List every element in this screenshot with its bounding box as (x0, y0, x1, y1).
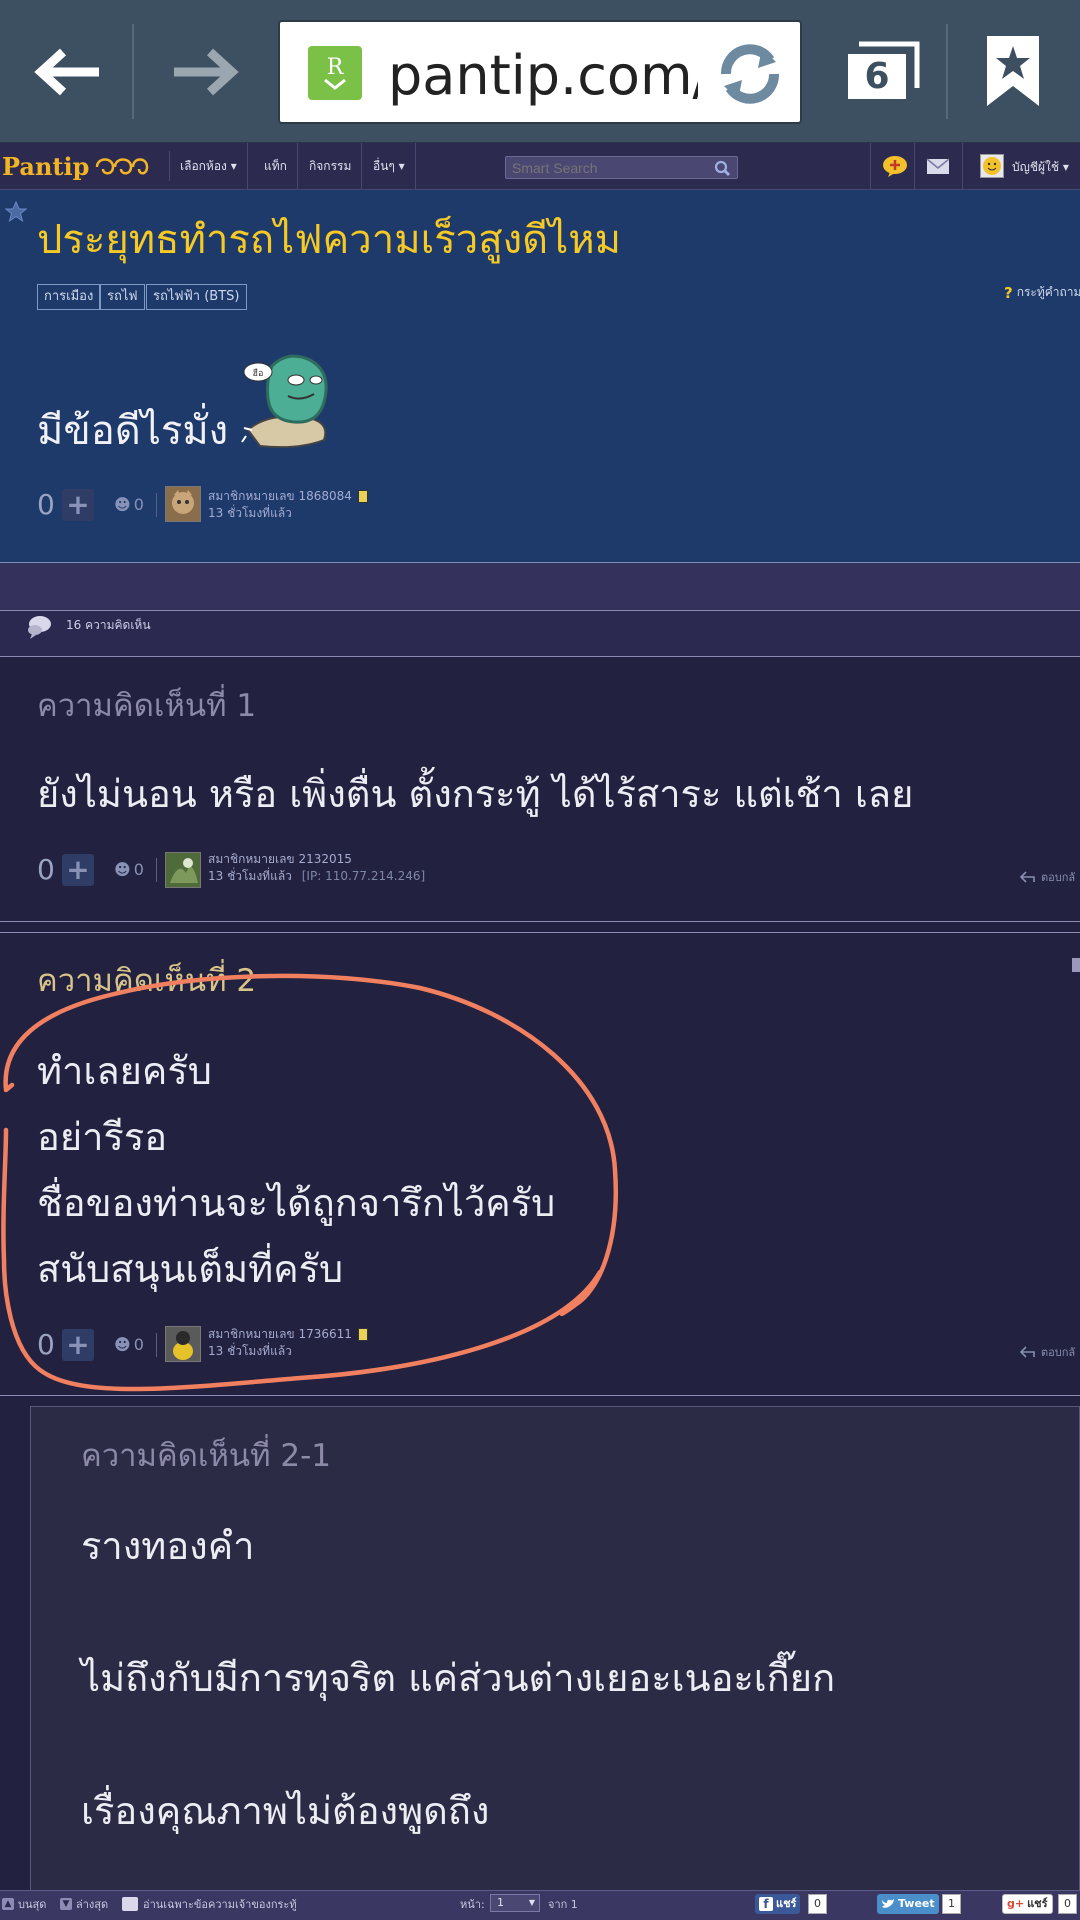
subcomment-line-3: เรื่องคุณภาพไม่ต้องพูดถึง (81, 1789, 490, 1833)
section-divider (0, 563, 1080, 610)
pantip-logo[interactable]: Pantip (0, 151, 170, 181)
reader-app-icon: R (308, 46, 362, 100)
tab-count: 6 (864, 56, 890, 97)
gplus-share-button[interactable]: g+ แชร์ (1002, 1894, 1053, 1914)
nav-more[interactable]: อื่นๆ ▾ (363, 143, 416, 190)
comment-1-author[interactable]: สมาชิกหมายเลข 2132015 (208, 851, 425, 868)
page-label: หน้า: (460, 1898, 485, 1911)
comment-2-author[interactable]: สมาชิกหมายเลข 1736611 (208, 1326, 352, 1343)
question-icon: ? (1004, 283, 1013, 302)
facebook-share-count: 0 (808, 1894, 827, 1914)
svg-text:R: R (327, 55, 345, 80)
pantip-mascot-icon (96, 158, 149, 175)
subcomment-header: ความคิดเห็นที่ 2-1 (81, 1438, 331, 1474)
mobile-icon (357, 490, 368, 503)
bookmark-star-icon (987, 36, 1039, 106)
url-bar[interactable]: R pantip.com/t (278, 20, 802, 124)
comment-2-line-3: ชื่อของท่านจะได้ถูกจารึกไว้ครับ (37, 1181, 556, 1225)
comment-2-line-4: สนับสนุนเต็มที่ครับ (37, 1247, 344, 1291)
plus-vote-button[interactable]: + (62, 488, 94, 521)
back-button[interactable] (20, 0, 115, 143)
comment-2-line-1: ทำเลยครับ (37, 1049, 212, 1093)
chat-icon[interactable] (882, 155, 908, 181)
topic-title: ประยุทธทำรถไฟความเร็วสูงดีไหม (37, 217, 621, 263)
subcomment-line-2: ไม่ถึงกับมีการทุจริต แค่ส่วนต่างเยอะเนอะ… (81, 1656, 836, 1700)
comment-count-bar (0, 610, 1080, 657)
tabs-button[interactable]: 6 (845, 40, 921, 102)
down-arrow-icon: ▼ (60, 1898, 72, 1910)
comment-1-reply-button[interactable]: ตอบกลั (1020, 868, 1075, 886)
owner-icon (122, 1897, 138, 1911)
subcomment-line-1: รางทองคำ (81, 1524, 255, 1568)
bookmark-button[interactable] (985, 34, 1041, 112)
arrow-left-icon (33, 48, 99, 95)
smart-search (505, 156, 738, 179)
comment-2-avatar[interactable] (165, 1326, 201, 1362)
reply-icon (1020, 1346, 1035, 1358)
mobile-icon (357, 1328, 368, 1341)
twitter-icon (882, 1899, 894, 1908)
svg-text:ฮือ: ฮือ (253, 368, 264, 379)
scroll-bottom-button[interactable]: ▼ ล่างสุด (60, 1895, 108, 1913)
facebook-share-button[interactable]: f แชร์ (755, 1894, 801, 1914)
reload-icon[interactable] (710, 36, 790, 116)
page-total: จาก 1 (548, 1898, 578, 1911)
comment-1-vote: 0 + ☻ 0 (37, 853, 157, 886)
search-icon[interactable] (714, 160, 731, 181)
comment-2-vote: 0 + ☻ 0 (37, 1328, 157, 1361)
nav-tags[interactable]: แท็ก (254, 143, 298, 190)
comment-1-header: ความคิดเห็นที่ 1 (37, 688, 257, 724)
up-arrow-icon: ▲ (2, 1898, 14, 1910)
comment-1-ip: [IP: 110.77.214.246] (301, 869, 426, 883)
user-avatar[interactable] (980, 154, 1004, 178)
browser-toolbar: R pantip.com/t 6 (0, 0, 1080, 143)
scroll-top-button[interactable]: ▲ บนสุด (2, 1895, 46, 1913)
nav-select-room[interactable]: เลือกห้อง ▾ (170, 143, 248, 190)
comment-2-header: ความคิดเห็นที่ 2 (37, 963, 257, 999)
search-input[interactable] (506, 157, 706, 178)
owner-only-button[interactable]: อ่านเฉพาะข้อความเจ้าของกระทู้ (122, 1895, 297, 1913)
gplus-icon: g+ (1007, 1897, 1025, 1910)
tweet-button[interactable]: Tweet (877, 1894, 939, 1914)
gplus-share-count: 0 (1058, 1894, 1077, 1914)
topic-author[interactable]: สมาชิกหมายเลข 1868084 (208, 488, 352, 505)
mail-icon[interactable] (926, 158, 950, 179)
comment-count: 16 ความคิดเห็น (66, 618, 151, 632)
comment-1-text: ยังไม่นอน หรือ เพิ่งตื่น ตั้งกระทู้ ได้ไ… (37, 772, 914, 816)
plus-vote-button[interactable]: + (62, 853, 94, 886)
facebook-icon: f (759, 1897, 773, 1911)
tweet-count: 1 (942, 1894, 961, 1914)
topic-author-avatar[interactable] (165, 486, 201, 522)
favorite-star-icon[interactable] (4, 200, 28, 227)
sticker-image: ฮือ (238, 350, 348, 454)
emotion-icon[interactable]: ☻ (114, 495, 131, 514)
comments-icon (26, 614, 52, 644)
comment-2-line-2: อย่ารีรอ (37, 1115, 168, 1159)
comment-2-time: 13 ชั่วโมงที่แล้ว (208, 1344, 292, 1358)
plus-vote-button[interactable]: + (62, 1328, 94, 1361)
page-select[interactable]: 1 ▼ (490, 1894, 540, 1912)
reply-icon (1020, 871, 1035, 883)
forward-button[interactable] (155, 0, 255, 143)
arrow-right-icon (174, 48, 239, 95)
emotion-icon[interactable]: ☻ (114, 860, 131, 879)
nav-activities[interactable]: กิจกรรม (299, 143, 363, 190)
comment-2-menu-icon[interactable] (1072, 958, 1080, 972)
question-topic-label: ? กระทู้คำถาม (1004, 283, 1080, 302)
topic-body: มีข้อดีไรมั่ง (37, 408, 229, 454)
tag-politics[interactable]: การเมือง (37, 284, 101, 310)
comment-1-time: 13 ชั่วโมงที่แล้ว (208, 869, 292, 883)
comment-1-avatar[interactable] (165, 852, 201, 888)
topic-time: 13 ชั่วโมงที่แล้ว (208, 506, 292, 520)
url-text: pantip.com/t (388, 44, 698, 107)
chevron-down-icon: ▼ (528, 1898, 535, 1907)
tag-train[interactable]: รถไฟ (100, 284, 145, 310)
emotion-icon[interactable]: ☻ (114, 1335, 131, 1354)
topic-vote: 0 + ☻ 0 (37, 488, 157, 521)
tag-bts[interactable]: รถไฟฟ้า (BTS) (146, 284, 247, 310)
account-menu[interactable]: บัญชีผู้ใช้ ▾ (1012, 158, 1069, 177)
comment-2-reply-button[interactable]: ตอบกลั (1020, 1343, 1075, 1361)
